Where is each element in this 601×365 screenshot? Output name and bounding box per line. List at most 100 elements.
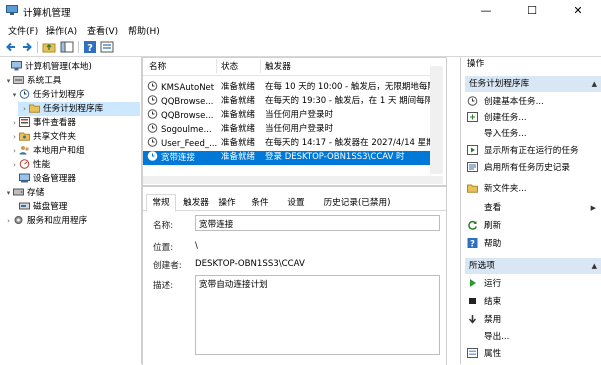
expand-icon[interactable]: › bbox=[10, 116, 19, 130]
create-task-icon bbox=[467, 112, 478, 122]
column-separator[interactable] bbox=[260, 59, 261, 73]
column-header-trigger[interactable]: 触发器 bbox=[265, 60, 291, 72]
tab-general[interactable]: 常规 bbox=[146, 194, 176, 212]
menu-help[interactable]: 帮助(H) bbox=[128, 24, 160, 37]
expand-icon[interactable]: ▾ bbox=[4, 186, 13, 200]
folder-icon bbox=[29, 104, 40, 113]
task-row-selected[interactable]: 宽带连接 准备就绪 登录 DESKTOP-OBN1SS3\CCAV 时 bbox=[143, 151, 443, 165]
shared-folder-icon bbox=[19, 132, 30, 141]
action-label: 结束 bbox=[484, 297, 502, 307]
action-label: 导入任务... bbox=[484, 129, 527, 139]
task-row[interactable]: Sogoulme... 准备就绪 当任何用户登录时 bbox=[143, 123, 443, 137]
expand-icon[interactable]: › bbox=[10, 130, 19, 144]
computer-icon bbox=[11, 61, 22, 71]
action-enable-history[interactable]: 启用所有任务历史记录 bbox=[467, 160, 570, 176]
tree-item-computer-management[interactable]: 计算机管理(本地) bbox=[0, 60, 92, 74]
task-status: 准备就绪 bbox=[221, 138, 256, 148]
task-trigger: 登录 DESKTOP-OBN1SS3\CCAV 时 bbox=[265, 152, 405, 162]
tree-item-device-manager[interactable]: 设备管理器 bbox=[0, 172, 76, 186]
expand-icon[interactable]: ▾ bbox=[4, 74, 13, 88]
task-row[interactable]: QQBrowse... 准备就绪 在每天的 19:30 - 触发后，在 1 天 … bbox=[143, 95, 443, 109]
task-list-header: 名称 状态 触发器 bbox=[143, 58, 443, 76]
tree-item-label: 共享文件夹 bbox=[33, 132, 76, 142]
action-export[interactable]: 导出... bbox=[467, 329, 509, 345]
tree-item-task-scheduler-library[interactable]: › 任务计划程序库 bbox=[18, 102, 140, 116]
actions-section-selected[interactable]: 所选项 ▲ bbox=[465, 258, 601, 274]
action-new-folder[interactable]: 新文件夹... bbox=[467, 181, 527, 197]
chevron-up-icon[interactable]: ▲ bbox=[592, 258, 597, 274]
menu-action[interactable]: 操作(A) bbox=[46, 24, 77, 37]
tree-item-task-scheduler[interactable]: ▾ 任务计划程序 bbox=[0, 88, 85, 102]
tab-history[interactable]: 历史记录(已禁用) bbox=[319, 196, 395, 210]
services-icon bbox=[14, 216, 23, 224]
action-properties[interactable]: 属性 bbox=[467, 346, 501, 362]
menu-view[interactable]: 查看(V) bbox=[87, 24, 118, 37]
tree-item-performance[interactable]: › 性能 bbox=[0, 158, 50, 172]
column-separator[interactable] bbox=[216, 59, 217, 73]
tab-settings[interactable]: 设置 bbox=[283, 196, 309, 210]
action-disable[interactable]: 禁用 bbox=[467, 312, 501, 328]
properties-icon[interactable] bbox=[100, 40, 114, 54]
tree-item-services-apps[interactable]: › 服务和应用程序 bbox=[0, 214, 87, 228]
tree-item-event-viewer[interactable]: › 事件查看器 bbox=[0, 116, 76, 130]
navigation-tree: 计算机管理(本地) ▾ 系统工具 ▾ 任务计划程序 › 任务计划程序库 › 事件查看器 … bbox=[0, 57, 142, 364]
action-import-task[interactable]: 导入任务... bbox=[467, 126, 527, 142]
column-header-name[interactable]: 名称 bbox=[149, 60, 166, 72]
description-field[interactable]: 宽带自动连接计划 bbox=[195, 275, 440, 355]
task-icon bbox=[147, 95, 158, 105]
task-list-vertical-scrollbar[interactable] bbox=[430, 66, 443, 174]
chevron-up-icon[interactable]: ▲ bbox=[592, 76, 597, 92]
help-icon[interactable]: ? bbox=[83, 40, 97, 54]
task-name: QQBrowse... bbox=[161, 97, 214, 107]
tab-actions[interactable]: 操作 bbox=[214, 196, 240, 210]
close-button[interactable]: ✕ bbox=[555, 0, 601, 22]
action-create-basic-task[interactable]: 创建基本任务... bbox=[467, 94, 544, 110]
expand-icon[interactable]: › bbox=[10, 144, 19, 158]
tab-conditions[interactable]: 条件 bbox=[247, 196, 273, 210]
back-icon[interactable] bbox=[4, 40, 18, 54]
minimize-button[interactable]: — bbox=[463, 0, 509, 22]
task-icon bbox=[147, 109, 158, 119]
tree-item-system-tools[interactable]: ▾ 系统工具 bbox=[0, 74, 61, 88]
up-folder-icon[interactable] bbox=[42, 40, 56, 54]
show-hide-tree-icon[interactable] bbox=[60, 40, 74, 54]
end-icon bbox=[469, 298, 476, 304]
action-label: 导出... bbox=[484, 332, 510, 342]
users-icon bbox=[19, 146, 29, 155]
maximize-button[interactable]: ☐ bbox=[509, 0, 555, 22]
name-field[interactable]: 宽带连接 bbox=[195, 215, 440, 231]
action-view[interactable]: 查看 ▶ bbox=[467, 200, 601, 216]
expand-icon[interactable]: › bbox=[4, 214, 13, 228]
action-label: 创建任务... bbox=[484, 113, 527, 123]
expand-icon[interactable]: › bbox=[20, 102, 29, 116]
task-row[interactable]: QQBrowse... 准备就绪 当任何用户登录时 bbox=[143, 109, 443, 123]
help-icon: ? bbox=[467, 238, 478, 248]
tree-item-disk-management[interactable]: 磁盘管理 bbox=[0, 200, 67, 214]
column-header-status[interactable]: 状态 bbox=[221, 60, 238, 72]
actions-section-library[interactable]: 任务计划程序库 ▲ bbox=[465, 76, 601, 92]
expand-icon[interactable]: ▾ bbox=[10, 88, 19, 102]
task-name: KMSAutoNet bbox=[161, 83, 215, 93]
action-show-running-tasks[interactable]: 显示所有正在运行的任务 bbox=[467, 143, 579, 159]
tree-item-storage[interactable]: ▾ 存储 bbox=[0, 186, 44, 200]
action-run[interactable]: 运行 bbox=[467, 276, 501, 292]
tree-item-local-users[interactable]: › 本地用户和组 bbox=[0, 144, 85, 158]
action-end[interactable]: 结束 bbox=[467, 294, 501, 310]
location-value: \ bbox=[195, 241, 198, 251]
action-create-task[interactable]: 创建任务... bbox=[467, 110, 527, 126]
menu-file[interactable]: 文件(F) bbox=[8, 24, 38, 37]
window-title: 计算机管理 bbox=[23, 8, 71, 19]
action-refresh[interactable]: 刷新 bbox=[467, 218, 501, 234]
tree-item-label: 任务计划程序库 bbox=[43, 104, 104, 114]
action-label: 查看 bbox=[484, 203, 502, 213]
toolbar-separator bbox=[78, 41, 79, 53]
name-value: 宽带连接 bbox=[199, 220, 234, 230]
task-row[interactable]: User_Feed_... 准备就绪 在每天的 14:17 - 触发器在 202… bbox=[143, 137, 443, 151]
tab-triggers[interactable]: 触发器 bbox=[179, 196, 213, 210]
expand-icon[interactable]: › bbox=[10, 158, 19, 172]
task-row[interactable]: KMSAutoNet 准备就绪 在每 10 天的 10:00 - 触发后，无限期… bbox=[143, 81, 443, 95]
task-list-horizontal-scrollbar[interactable] bbox=[143, 176, 443, 184]
tree-item-shared-folders[interactable]: › 共享文件夹 bbox=[0, 130, 76, 144]
forward-icon[interactable] bbox=[20, 40, 34, 54]
action-help[interactable]: ? 帮助 bbox=[467, 236, 501, 252]
